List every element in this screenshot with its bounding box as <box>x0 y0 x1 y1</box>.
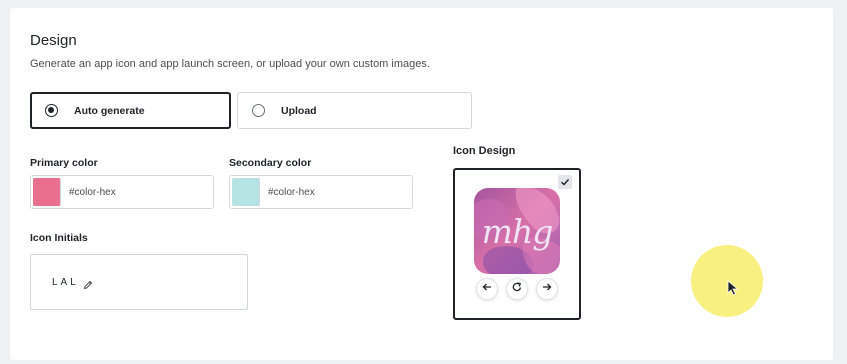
auto-generate-label: Auto generate <box>74 104 145 117</box>
design-description: Generate an app icon and app launch scre… <box>30 58 430 70</box>
upload-radio[interactable] <box>252 104 265 117</box>
next-design-button[interactable] <box>536 278 558 300</box>
icon-design-title: Icon Design <box>453 145 516 157</box>
previous-design-button[interactable] <box>476 278 498 300</box>
primary-color-field[interactable]: #color-hex <box>30 175 214 209</box>
app-icon-preview: mhg <box>474 188 560 274</box>
app-icon-initials: mhg <box>481 211 554 251</box>
icon-design-card[interactable]: mhg <box>453 168 581 320</box>
secondary-color-field[interactable]: #color-hex <box>229 175 413 209</box>
pencil-icon[interactable] <box>83 277 93 290</box>
icon-initials-field[interactable]: LAL <box>30 254 248 310</box>
primary-color-label: Primary color <box>30 157 98 169</box>
arrow-right-icon <box>541 280 553 298</box>
secondary-color-swatch[interactable] <box>232 178 260 206</box>
arrow-left-icon <box>481 280 493 298</box>
primary-color-input[interactable]: #color-hex <box>69 187 116 198</box>
regenerate-design-button[interactable] <box>506 278 528 300</box>
icon-initials-value[interactable]: LAL <box>52 277 79 288</box>
upload-label: Upload <box>281 104 317 117</box>
secondary-color-input[interactable]: #color-hex <box>268 187 315 198</box>
design-title: Design <box>30 32 77 49</box>
auto-generate-radio[interactable] <box>45 104 58 117</box>
mouse-pointer-icon <box>727 280 739 301</box>
upload-option[interactable]: Upload <box>237 92 472 129</box>
icon-initials-label: Icon Initials <box>30 232 88 244</box>
refresh-icon <box>511 280 523 298</box>
auto-generate-option[interactable]: Auto generate <box>30 92 231 129</box>
selected-check-icon[interactable] <box>558 175 572 189</box>
primary-color-swatch[interactable] <box>33 178 61 206</box>
secondary-color-label: Secondary color <box>229 157 312 169</box>
